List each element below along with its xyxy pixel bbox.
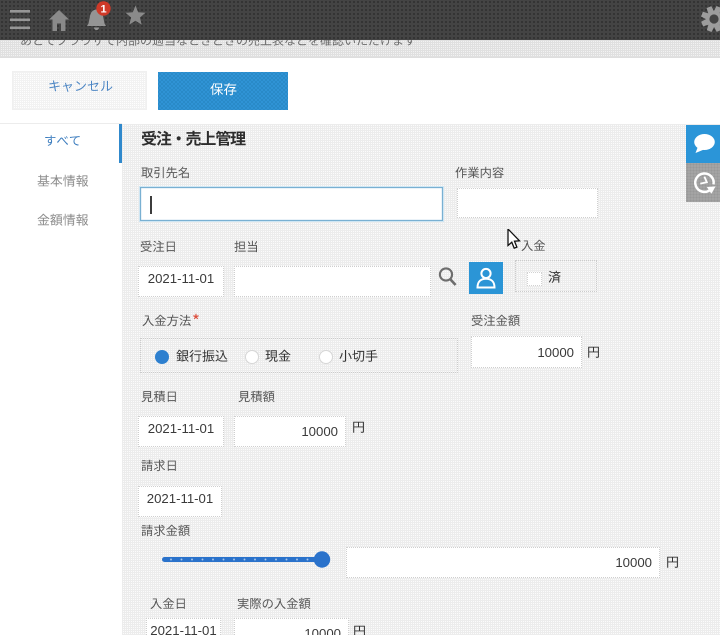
svg-text:1: 1 xyxy=(100,4,106,16)
